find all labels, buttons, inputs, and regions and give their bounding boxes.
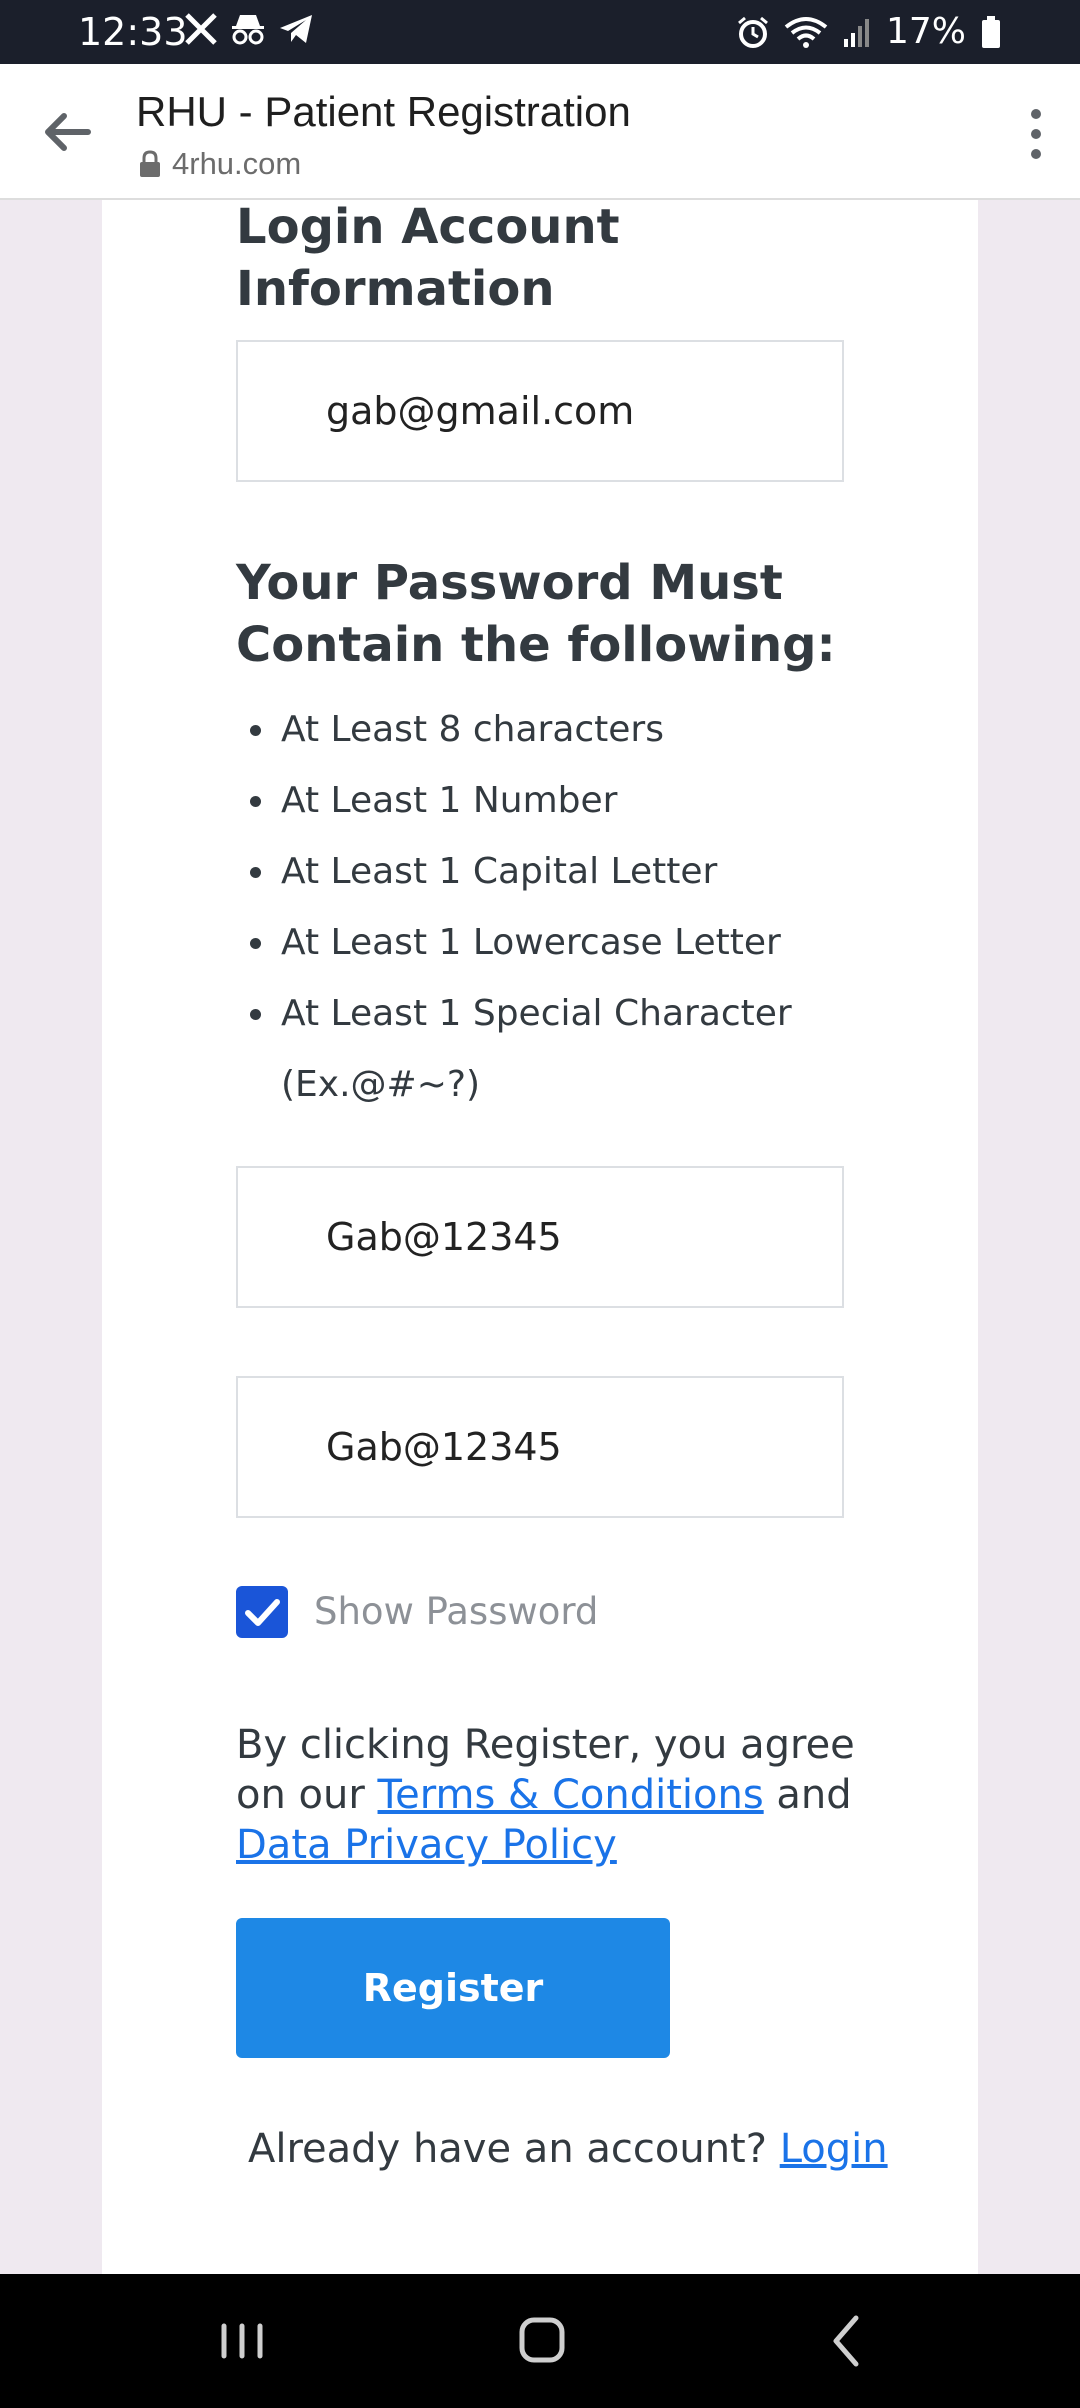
agreement-text: By clicking Register, you agree on our T… [236,1720,856,1870]
confirm-password-input[interactable] [326,1378,826,1516]
login-prompt-text: Already have an account? [248,2126,767,2172]
status-time: 12:33 [78,10,188,54]
alarm-icon [738,16,768,48]
password-field[interactable] [236,1166,844,1308]
battery-percent: 17% [885,11,966,52]
system-nav-bar [0,2274,1080,2408]
x-icon [185,13,217,45]
rule-item: At Least 8 characters [236,694,856,765]
login-prompt: Already have an account? Login [248,2126,888,2172]
agreement-and: and [776,1772,852,1818]
rule-item: At Least 1 Capital Letter [236,836,856,907]
rule-example: (Ex.@#~?) [281,1064,481,1105]
url-row[interactable]: 4rhu.com [138,146,301,182]
login-link[interactable]: Login [780,2126,888,2172]
privacy-link[interactable]: Data Privacy Policy [236,1822,617,1868]
email-input[interactable] [326,342,826,480]
register-button[interactable]: Register [236,1918,670,2058]
rule-item: At Least 1 Number [236,765,856,836]
back-nav-icon[interactable] [808,2304,888,2378]
more-menu-icon[interactable] [1018,104,1054,164]
lock-icon [140,150,160,177]
signal-icon [843,19,869,47]
show-password-label[interactable]: Show Password [314,1590,598,1633]
show-password-checkbox[interactable] [236,1586,288,1638]
recent-apps-icon[interactable] [202,2304,282,2378]
login-heading: Login Account Information [236,199,620,317]
home-icon[interactable] [502,2304,582,2378]
battery-icon [982,16,1000,48]
rule-item: At Least 1 Lowercase Letter [236,907,856,978]
page-title: RHU - Patient Registration [136,88,631,135]
rule-item: At Least 1 Special Character [236,978,856,1049]
password-rules-list: At Least 8 characters At Least 1 Number … [236,694,856,1120]
password-heading: Your Password Must Contain the following… [236,555,836,673]
checkmark-icon [245,1599,280,1626]
telegram-icon [280,15,312,43]
back-arrow-icon[interactable] [38,104,98,160]
wifi-icon [784,17,828,48]
url-text: 4rhu.com [172,146,302,181]
terms-link[interactable]: Terms & Conditions [378,1772,764,1818]
confirm-password-field[interactable] [236,1376,844,1518]
email-field[interactable] [236,340,844,482]
incognito-icon [232,15,264,45]
password-input[interactable] [326,1168,826,1306]
browser-bar: RHU - Patient Registration 4rhu.com [0,64,1080,200]
status-bar: 12:33 17% [0,0,1080,64]
